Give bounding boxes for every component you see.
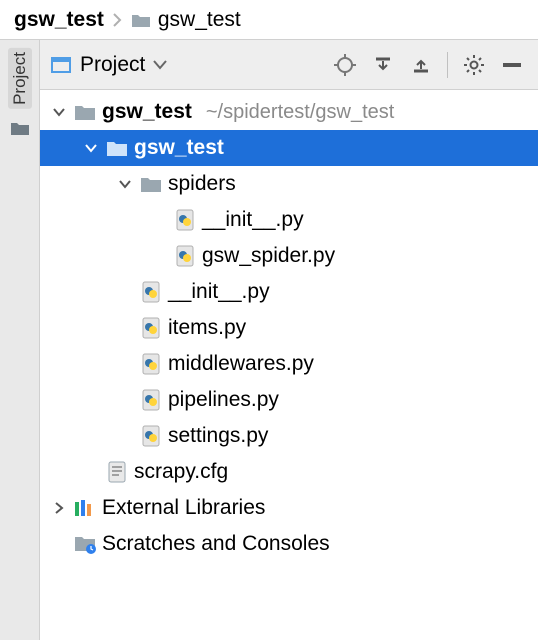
tree-node-label: middlewares.py xyxy=(168,352,314,376)
project-tool-tab[interactable]: Project xyxy=(8,48,32,109)
expand-all-button[interactable] xyxy=(367,49,399,81)
tool-strip: Project xyxy=(0,40,40,640)
locate-button[interactable] xyxy=(329,49,361,81)
settings-button[interactable] xyxy=(458,49,490,81)
tree-node-scratches[interactable]: · Scratches and Consoles xyxy=(40,526,538,562)
python-file-icon xyxy=(140,353,162,375)
folder-icon xyxy=(140,173,162,195)
tree-node-project-root[interactable]: gsw_test ~/spidertest/gsw_test xyxy=(40,94,538,130)
tree-node-package[interactable]: gsw_test xyxy=(40,130,538,166)
python-file-icon xyxy=(140,281,162,303)
tree-node-spiders[interactable]: spiders xyxy=(40,166,538,202)
tree-node-label: __init__.py xyxy=(168,280,270,304)
breadcrumb-child-label: gsw_test xyxy=(158,8,241,32)
tree-node-file[interactable]: · settings.py xyxy=(40,418,538,454)
python-file-icon xyxy=(174,245,196,267)
text-file-icon xyxy=(106,461,128,483)
tree-node-path: ~/spidertest/gsw_test xyxy=(206,101,394,124)
project-view-icon xyxy=(50,54,72,76)
python-file-icon xyxy=(140,317,162,339)
project-view-label: Project xyxy=(80,53,145,77)
tree-node-label: __init__.py xyxy=(202,208,304,232)
project-panel-header: Project xyxy=(40,40,538,90)
project-panel: Project xyxy=(40,40,538,640)
breadcrumb-root[interactable]: gsw_test xyxy=(14,8,104,32)
libraries-icon xyxy=(74,497,96,519)
tree-node-file[interactable]: · scrapy.cfg xyxy=(40,454,538,490)
python-file-icon xyxy=(140,425,162,447)
tree-node-label: External Libraries xyxy=(102,496,265,520)
tree-node-label: spiders xyxy=(168,172,236,196)
tree-node-external-libraries[interactable]: External Libraries xyxy=(40,490,538,526)
structure-tool-icon[interactable] xyxy=(9,119,31,137)
python-file-icon xyxy=(174,209,196,231)
tree-node-file[interactable]: · pipelines.py xyxy=(40,382,538,418)
tree-node-file[interactable]: · __init__.py xyxy=(40,274,538,310)
python-file-icon xyxy=(140,389,162,411)
chevron-down-icon[interactable] xyxy=(116,178,134,190)
tree-node-label: gsw_test xyxy=(134,136,224,160)
hide-button[interactable] xyxy=(496,49,528,81)
tree-node-label: pipelines.py xyxy=(168,388,279,412)
chevron-down-icon[interactable] xyxy=(50,106,68,118)
tree-node-file[interactable]: · items.py xyxy=(40,310,538,346)
project-view-selector[interactable]: Project xyxy=(50,53,323,77)
tree-node-label: gsw_test xyxy=(102,100,192,124)
chevron-right-icon[interactable] xyxy=(50,502,68,514)
project-tree[interactable]: gsw_test ~/spidertest/gsw_test gsw_test xyxy=(40,90,538,640)
breadcrumb-child[interactable]: gsw_test xyxy=(130,8,241,32)
tree-node-label: Scratches and Consoles xyxy=(102,532,330,556)
breadcrumb: gsw_test gsw_test xyxy=(0,0,538,40)
divider xyxy=(447,52,448,78)
collapse-all-button[interactable] xyxy=(405,49,437,81)
folder-icon xyxy=(74,101,96,123)
breadcrumb-root-label: gsw_test xyxy=(14,8,104,32)
chevron-down-icon xyxy=(153,60,167,70)
tree-node-label: items.py xyxy=(168,316,246,340)
tree-node-label: scrapy.cfg xyxy=(134,460,228,484)
tree-node-label: settings.py xyxy=(168,424,268,448)
tree-node-file[interactable]: · __init__.py xyxy=(40,202,538,238)
tree-node-file[interactable]: · middlewares.py xyxy=(40,346,538,382)
breadcrumb-separator-icon xyxy=(112,12,122,28)
chevron-down-icon[interactable] xyxy=(82,142,100,154)
folder-icon xyxy=(130,9,152,31)
scratches-icon xyxy=(74,533,96,555)
folder-icon xyxy=(106,137,128,159)
tree-node-label: gsw_spider.py xyxy=(202,244,335,268)
tree-node-file[interactable]: · gsw_spider.py xyxy=(40,238,538,274)
project-tool-tab-label: Project xyxy=(10,52,29,105)
